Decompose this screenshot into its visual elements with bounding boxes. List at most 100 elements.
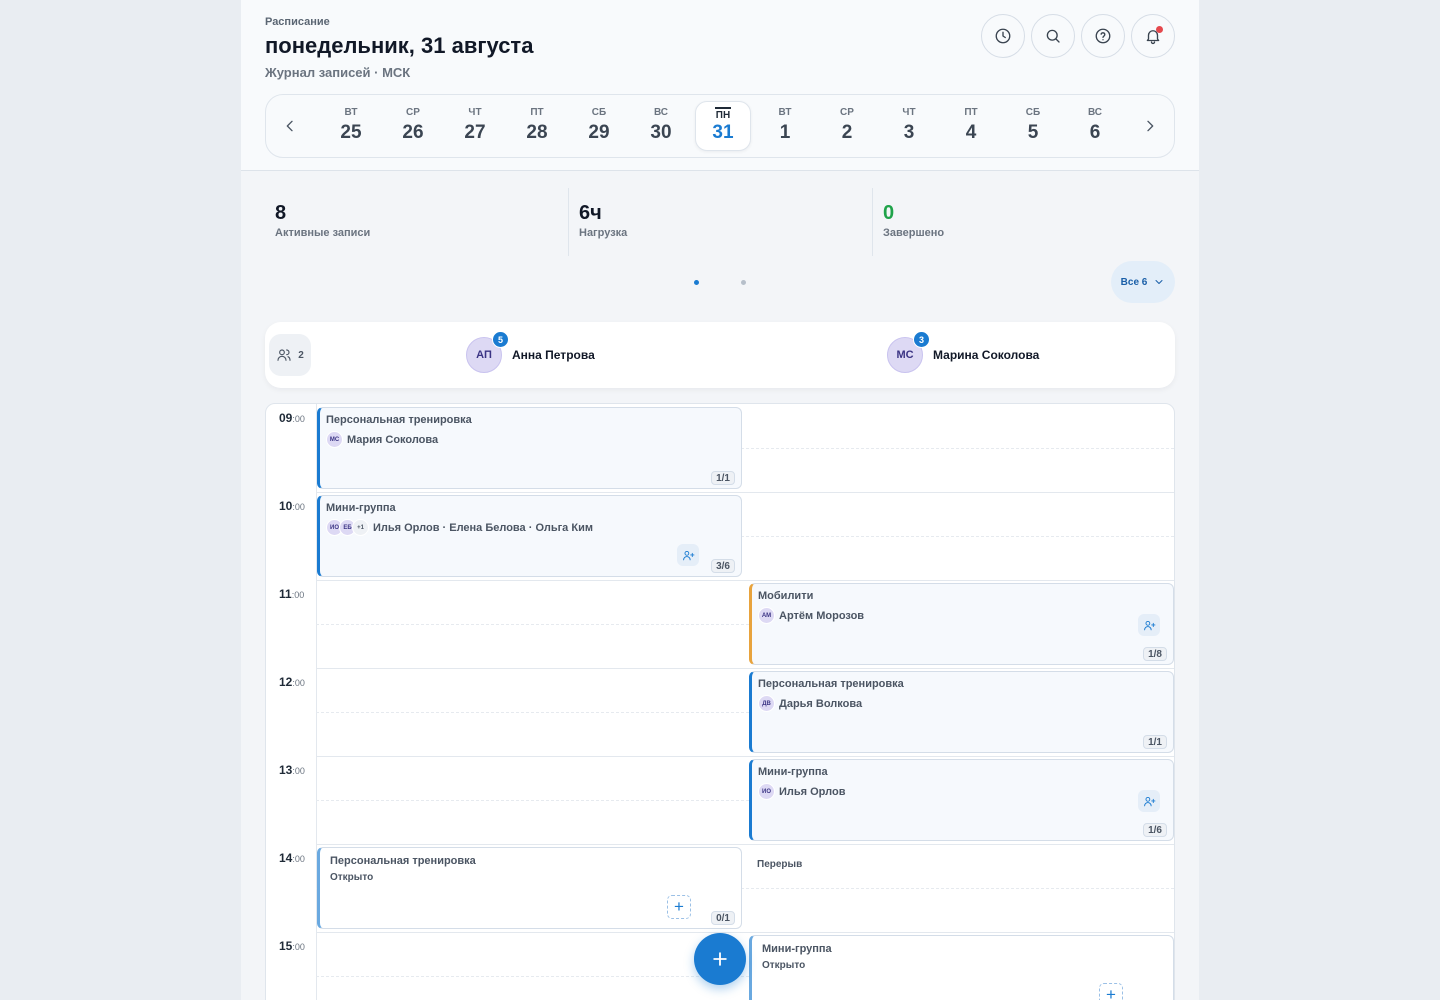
hour-label: 13:00: [279, 763, 305, 777]
participant-names: Артём Морозов: [779, 609, 865, 622]
stat-value: 0: [883, 202, 895, 224]
day-cell[interactable]: СР 26: [385, 101, 441, 151]
day-cell[interactable]: ЧТ 27: [447, 101, 503, 151]
hour-line: [316, 932, 1174, 933]
day-cell[interactable]: ПТ 4: [943, 101, 999, 151]
filter-all-button[interactable]: Все 6: [1111, 261, 1175, 303]
avatar: АП 5: [466, 331, 509, 373]
staff-name: Анна Петрова: [512, 348, 595, 362]
stat-completed: 0 Завершено: [873, 188, 1173, 256]
day-number: 4: [965, 122, 977, 143]
event-card[interactable]: Мини-группа ИО ЕБ +1 Илья Орлов · Елена …: [317, 495, 742, 577]
staff-anna-petrova[interactable]: АП 5 Анна Петрова: [466, 331, 595, 374]
day-cell[interactable]: ВТ 1: [757, 101, 813, 151]
event-participants: АМ Артём Морозов: [758, 607, 864, 624]
day-cell[interactable]: СБ 5: [1005, 101, 1061, 151]
day-cell[interactable]: ПТ 28: [509, 101, 565, 151]
notification-dot: [1156, 26, 1163, 33]
hour-label: 09:00: [279, 411, 305, 425]
page-dot-active[interactable]: [694, 280, 699, 285]
day-cell[interactable]: ВТ 25: [323, 101, 379, 151]
open-slot-card[interactable]: Мини-группа Открыто +: [749, 935, 1174, 1000]
help-icon: [1095, 28, 1111, 44]
add-participant-button[interactable]: [1138, 614, 1160, 636]
slot-status: Открыто: [330, 872, 374, 883]
add-booking-button[interactable]: +: [667, 895, 691, 919]
capacity-badge: 3/6: [711, 559, 735, 573]
day-weekday: ПТ: [964, 107, 978, 118]
event-card[interactable]: Мини-группа ИО Илья Орлов 1/6: [749, 759, 1174, 841]
day-number: 3: [903, 122, 915, 143]
hour-suffix: :00: [292, 942, 305, 952]
hour-line: [316, 668, 1174, 669]
participant-avatar: АМ: [758, 607, 775, 624]
day-cell[interactable]: ВС 30: [633, 101, 689, 151]
participant-names: Илья Орлов · Елена Белова · Ольга Ким: [373, 521, 593, 534]
chevron-left-icon: [286, 120, 293, 132]
day-number: 25: [340, 122, 362, 143]
event-title: Мини-группа: [758, 766, 828, 778]
booking-count-badge: 3: [913, 331, 930, 348]
day-cell[interactable]: ЧТ 3: [881, 101, 937, 151]
event-card[interactable]: Персональная тренировка МС Мария Соколов…: [317, 407, 742, 489]
add-participant-button[interactable]: [1138, 790, 1160, 812]
hour-value: 10: [279, 499, 293, 513]
day-number: 29: [588, 122, 610, 143]
day-number: 30: [650, 122, 672, 143]
open-slot-card[interactable]: Персональная тренировка Открыто + 0/1: [317, 847, 742, 929]
schedule-app: Расписание понедельник, 31 августа Журна…: [241, 0, 1199, 1000]
add-participant-button[interactable]: [677, 544, 699, 566]
stat-value: 6ч: [579, 202, 602, 224]
add-booking-button[interactable]: +: [1099, 983, 1123, 1000]
day-number: 31: [712, 122, 734, 143]
day-number: 28: [526, 122, 548, 143]
staff-count-button[interactable]: 2: [269, 334, 311, 376]
event-card[interactable]: Мобилити АМ Артём Морозов 1/8: [749, 583, 1174, 665]
stat-workload: 6ч Нагрузка: [569, 188, 869, 256]
hour-label: 15:00: [279, 939, 305, 953]
day-cell[interactable]: СБ 29: [571, 101, 627, 151]
day-number: 1: [779, 122, 791, 143]
hour-value: 12: [279, 675, 293, 689]
page-subtitle: Журнал записей · МСК: [265, 65, 411, 80]
next-week-button[interactable]: [1138, 114, 1162, 138]
hour-line: [316, 756, 1174, 757]
clock-icon: [995, 28, 1011, 44]
event-participants: ДВ Дарья Волкова: [758, 695, 862, 712]
prev-week-button[interactable]: [278, 114, 302, 138]
break-label: Перерыв: [757, 859, 803, 870]
day-weekday: СБ: [591, 107, 607, 118]
search-icon: [1046, 29, 1060, 43]
hour-suffix: :00: [292, 766, 305, 776]
hour-label: 11:00: [279, 587, 304, 601]
event-title: Мини-группа: [762, 943, 832, 955]
create-booking-fab[interactable]: [694, 933, 746, 985]
day-cell[interactable]: ВС 6: [1067, 101, 1123, 151]
participant-names: Мария Соколова: [347, 433, 439, 446]
day-cell[interactable]: СР 2: [819, 101, 875, 151]
help-button[interactable]: [1081, 14, 1125, 58]
day-weekday: ВТ: [344, 107, 358, 118]
staff-count: 2: [298, 349, 304, 361]
day-cell-selected[interactable]: ПН 31: [695, 101, 751, 151]
event-participants: МС Мария Соколова: [326, 431, 438, 448]
event-title: Персональная тренировка: [326, 414, 472, 426]
schedule-grid: 09:00 10:00 11:00 12:00 13:00 14:00 15:0…: [265, 403, 1175, 1000]
day-weekday: ВТ: [778, 107, 792, 118]
event-title: Персональная тренировка: [758, 678, 904, 690]
event-card[interactable]: Персональная тренировка ДВ Дарья Волкова…: [749, 671, 1174, 753]
event-title: Персональная тренировка: [330, 855, 476, 867]
capacity-badge: 1/1: [1143, 735, 1167, 749]
plus-icon: +: [1106, 985, 1116, 1000]
capacity-badge: 1/8: [1143, 647, 1167, 661]
history-button[interactable]: [981, 14, 1025, 58]
notifications-button[interactable]: [1131, 14, 1175, 58]
search-button[interactable]: [1031, 14, 1075, 58]
day-weekday: СБ: [1025, 107, 1041, 118]
page-title: понедельник, 31 августа: [265, 33, 534, 58]
user-plus-icon: [1143, 796, 1155, 806]
chevron-right-icon: [1147, 120, 1154, 132]
page-dot[interactable]: [741, 280, 746, 285]
day-weekday: ВС: [1087, 107, 1103, 118]
staff-marina-sokolova[interactable]: МС 3 Марина Соколова: [887, 331, 1039, 374]
